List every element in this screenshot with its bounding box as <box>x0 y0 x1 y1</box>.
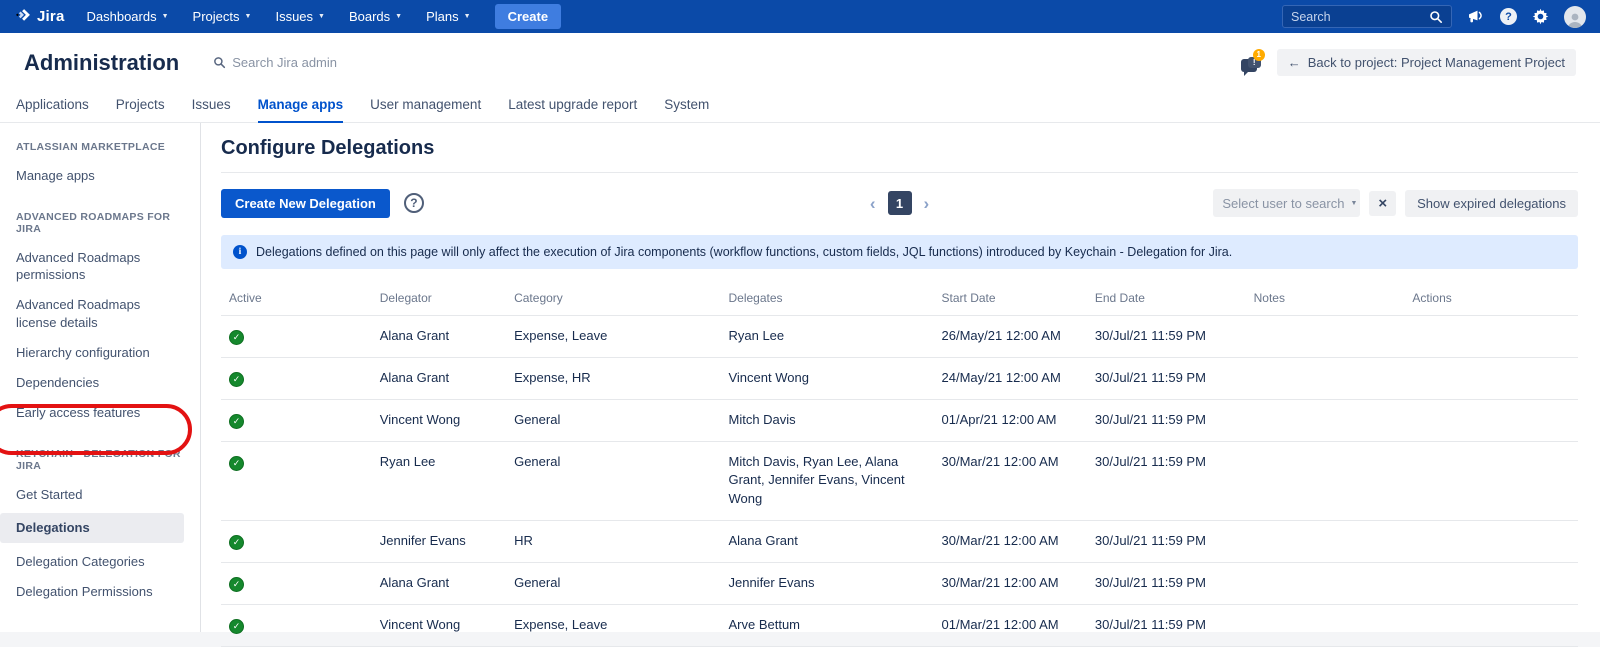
tab-issues[interactable]: Issues <box>192 97 231 123</box>
info-banner: i Delegations defined on this page will … <box>221 235 1578 269</box>
active-check-icon: ✓ <box>229 535 244 550</box>
col-delegator: Delegator <box>380 286 514 316</box>
table-row: ✓ Vincent Wong Expense, Leave Arve Bettu… <box>221 604 1578 646</box>
active-check-icon: ✓ <box>229 577 244 592</box>
back-to-project-button[interactable]: ← Back to project: Project Management Pr… <box>1277 49 1576 76</box>
admin-sidebar: ATLASSIAN MARKETPLACE Manage apps ADVANC… <box>0 123 201 632</box>
col-category: Category <box>514 286 728 316</box>
navbar-search[interactable] <box>1282 5 1452 28</box>
person-icon <box>1566 12 1584 28</box>
active-check-icon: ✓ <box>229 372 244 387</box>
sidebar-item-hierarchy-configuration[interactable]: Hierarchy configuration <box>16 344 184 361</box>
search-icon <box>213 56 226 69</box>
create-button[interactable]: Create <box>495 4 561 29</box>
sidebar-item-roadmaps-license[interactable]: Advanced Roadmaps license details <box>16 296 184 330</box>
prev-page-icon[interactable]: ‹ <box>870 195 876 212</box>
section-title: Configure Delegations <box>221 137 1578 173</box>
clear-filter-button[interactable]: × <box>1369 191 1396 216</box>
page-title: Administration <box>24 50 179 76</box>
sidebar-heading-marketplace: ATLASSIAN MARKETPLACE <box>16 141 184 153</box>
col-notes: Notes <box>1254 286 1413 316</box>
chevron-down-icon: ▼ <box>245 13 252 20</box>
admin-header: Administration ! 1 ← Back to project: Pr… <box>0 33 1600 92</box>
navbar-search-input[interactable] <box>1291 10 1429 24</box>
nav-projects[interactable]: Projects ▼ <box>193 9 252 24</box>
active-check-icon: ✓ <box>229 619 244 634</box>
table-row: ✓ Jennifer Evans HR Alana Grant 30/Mar/2… <box>221 521 1578 563</box>
show-expired-delegations-button[interactable]: Show expired delegations <box>1405 190 1578 217</box>
chevron-down-icon: ▼ <box>464 13 471 20</box>
chevron-down-icon: ▼ <box>1350 200 1357 207</box>
sidebar-item-delegation-categories[interactable]: Delegation Categories <box>16 553 184 570</box>
sidebar-item-delegation-permissions[interactable]: Delegation Permissions <box>16 583 184 600</box>
admin-tabbar: Applications Projects Issues Manage apps… <box>0 92 1600 123</box>
brand-name: Jira <box>37 8 65 25</box>
nav-issues[interactable]: Issues ▼ <box>275 9 325 24</box>
jira-logo-icon <box>14 8 31 25</box>
notifications-icon[interactable]: ! 1 <box>1241 52 1265 74</box>
top-navbar: Jira Dashboards ▼ Projects ▼ Issues ▼ Bo… <box>0 0 1600 33</box>
tab-projects[interactable]: Projects <box>116 97 165 123</box>
col-end-date: End Date <box>1095 286 1254 316</box>
sidebar-item-get-started[interactable]: Get Started <box>16 486 184 503</box>
delegations-table: Active Delegator Category Delegates Star… <box>221 286 1578 647</box>
chevron-down-icon: ▼ <box>395 13 402 20</box>
active-check-icon: ✓ <box>229 456 244 471</box>
settings-gear-icon[interactable] <box>1532 8 1549 25</box>
nav-plans[interactable]: Plans ▼ <box>426 9 470 24</box>
user-search-select[interactable]: Select user to search ▼ <box>1213 189 1360 217</box>
toolbar: Create New Delegation ? ‹ 1 › Select use… <box>221 188 1578 218</box>
tab-manage-apps[interactable]: Manage apps <box>258 97 344 123</box>
nav-dashboards[interactable]: Dashboards ▼ <box>87 9 169 24</box>
table-row: ✓ Alana Grant Expense, Leave Ryan Lee 26… <box>221 316 1578 358</box>
help-icon[interactable]: ? <box>1500 8 1517 25</box>
col-start-date: Start Date <box>942 286 1095 316</box>
table-row: ✓ Vincent Wong General Mitch Davis 01/Ap… <box>221 399 1578 441</box>
admin-search-input[interactable] <box>232 55 432 70</box>
active-check-icon: ✓ <box>229 414 244 429</box>
sidebar-item-manage-apps[interactable]: Manage apps <box>16 167 184 184</box>
col-delegates: Delegates <box>728 286 941 316</box>
tab-applications[interactable]: Applications <box>16 97 89 123</box>
tab-user-management[interactable]: User management <box>370 97 481 123</box>
user-avatar[interactable] <box>1564 6 1586 28</box>
table-row: ✓ Alana Grant General Jennifer Evans 30/… <box>221 562 1578 604</box>
announcements-icon[interactable] <box>1467 9 1485 25</box>
jira-brand[interactable]: Jira <box>14 8 65 25</box>
chevron-down-icon: ▼ <box>318 13 325 20</box>
info-icon: i <box>233 245 247 259</box>
current-page[interactable]: 1 <box>888 191 912 215</box>
tab-latest-upgrade-report[interactable]: Latest upgrade report <box>508 97 637 123</box>
sidebar-heading-keychain: KEYCHAIN - DELEGATION FOR JIRA <box>16 448 184 472</box>
help-icon[interactable]: ? <box>404 193 424 213</box>
chevron-down-icon: ▼ <box>162 13 169 20</box>
create-new-delegation-button[interactable]: Create New Delegation <box>221 189 390 218</box>
back-arrow-icon: ← <box>1288 55 1301 70</box>
table-row: ✓ Alana Grant Expense, HR Vincent Wong 2… <box>221 357 1578 399</box>
table-row: ✓ Ryan Lee General Mitch Davis, Ryan Lee… <box>221 441 1578 521</box>
pagination: ‹ 1 › <box>870 191 929 215</box>
col-active: Active <box>221 286 380 316</box>
notification-badge: 1 <box>1253 49 1265 61</box>
sidebar-item-early-access[interactable]: Early access features <box>16 404 184 421</box>
admin-search[interactable] <box>213 55 432 70</box>
col-actions: Actions <box>1412 286 1578 316</box>
active-check-icon: ✓ <box>229 330 244 345</box>
tab-system[interactable]: System <box>664 97 709 123</box>
navbar-menu: Dashboards ▼ Projects ▼ Issues ▼ Boards … <box>87 9 471 24</box>
table-header-row: Active Delegator Category Delegates Star… <box>221 286 1578 316</box>
sidebar-item-delegations[interactable]: Delegations <box>0 513 184 542</box>
sidebar-item-roadmaps-permissions[interactable]: Advanced Roadmaps permissions <box>16 249 184 283</box>
search-icon <box>1429 10 1443 24</box>
info-banner-text: Delegations defined on this page will on… <box>256 245 1232 259</box>
nav-boards[interactable]: Boards ▼ <box>349 9 402 24</box>
sidebar-heading-advanced-roadmaps: ADVANCED ROADMAPS FOR JIRA <box>16 211 184 235</box>
sidebar-item-dependencies[interactable]: Dependencies <box>16 374 184 391</box>
main-content: Configure Delegations Create New Delegat… <box>201 123 1600 632</box>
